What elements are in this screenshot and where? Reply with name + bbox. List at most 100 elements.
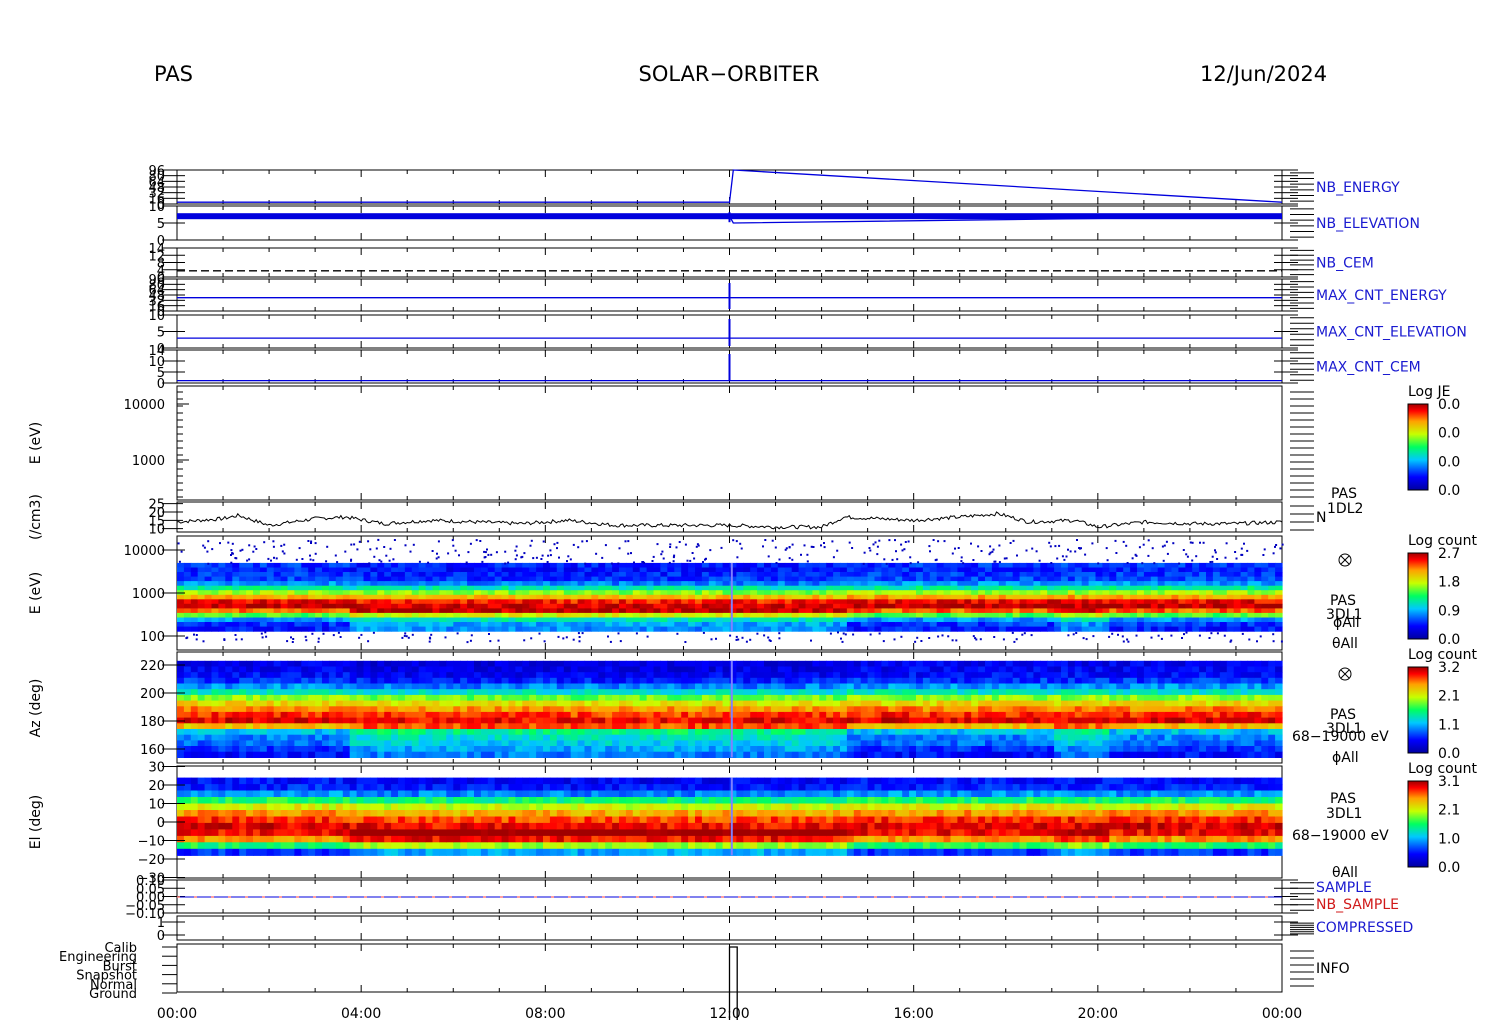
heatmap-cell xyxy=(439,751,447,758)
heatmap-cell xyxy=(342,603,351,609)
heatmap-cell xyxy=(266,585,275,591)
scatter-count xyxy=(227,541,230,544)
heatmap-cell xyxy=(1137,626,1145,632)
heatmap-cell xyxy=(266,677,275,685)
heatmap-cell xyxy=(681,683,689,690)
heatmap-cell xyxy=(798,594,807,600)
heatmap-cell xyxy=(1019,617,1028,623)
heatmap-cell xyxy=(701,729,710,736)
heatmap-cell xyxy=(377,666,385,673)
heatmap-cell xyxy=(218,683,226,690)
heatmap-cell xyxy=(846,599,855,605)
heatmap-cell xyxy=(460,740,468,747)
heatmap-cell xyxy=(612,689,620,696)
heatmap-cell xyxy=(177,581,185,587)
heatmap-cell xyxy=(916,608,924,614)
heatmap-cell xyxy=(1240,562,1249,568)
heatmap-cell xyxy=(1012,603,1021,609)
heatmap-cell xyxy=(356,612,365,618)
scatter-count xyxy=(566,560,568,563)
heatmap-cell xyxy=(356,711,365,719)
heatmap-cell xyxy=(211,672,219,679)
heatmap-cell xyxy=(218,729,226,736)
heatmap-cell xyxy=(349,626,358,632)
heatmap-cell xyxy=(487,622,496,628)
heatmap-cell xyxy=(764,562,772,568)
heatmap-cell xyxy=(577,723,586,730)
heatmap-cell xyxy=(232,723,240,730)
heatmap-cell xyxy=(190,567,199,573)
heatmap-cell xyxy=(308,617,316,623)
heatmap-cell xyxy=(1054,617,1062,623)
heatmap-cell xyxy=(701,711,710,719)
heatmap-cell xyxy=(446,603,454,609)
heatmap-cell xyxy=(253,660,261,668)
heatmap-cell xyxy=(398,717,406,724)
heatmap-cell xyxy=(453,689,461,696)
scatter-count xyxy=(635,632,638,635)
heatmap-cell xyxy=(708,599,717,605)
scatter-count xyxy=(823,546,826,549)
scatter-count xyxy=(1170,634,1173,637)
heatmap-cell xyxy=(1074,617,1083,623)
heatmap-cell xyxy=(411,612,420,618)
heatmap-cell xyxy=(791,612,800,618)
heatmap-cell xyxy=(460,729,468,736)
heatmap-cell xyxy=(853,622,862,628)
heatmap-cell xyxy=(322,585,330,591)
heatmap-cell xyxy=(391,689,399,696)
heatmap-cell xyxy=(584,689,592,696)
heatmap-cell xyxy=(840,594,848,600)
heatmap-cell xyxy=(619,700,627,707)
heatmap-cell xyxy=(1130,622,1138,628)
heatmap-cell xyxy=(197,572,206,578)
scatter-count xyxy=(1092,635,1095,638)
heatmap-cell xyxy=(577,706,586,713)
heatmap-cell xyxy=(322,626,330,632)
heatmap-cell xyxy=(1261,576,1269,582)
heatmap-cell xyxy=(1102,599,1110,605)
heatmap-cell xyxy=(432,617,440,623)
heatmap-cell xyxy=(384,717,392,724)
heatmap-cell xyxy=(363,603,371,609)
heatmap-cell xyxy=(653,626,661,632)
heatmap-cell xyxy=(328,572,337,578)
heatmap-cell xyxy=(211,612,219,618)
heatmap-cell xyxy=(625,608,634,614)
heatmap-cell xyxy=(370,751,378,758)
heatmap-cell xyxy=(1040,626,1048,632)
heatmap-cell xyxy=(1254,608,1262,614)
heatmap-cell xyxy=(570,608,579,614)
scatter-count xyxy=(557,635,560,638)
scatter-count xyxy=(467,551,470,554)
heatmap-cell xyxy=(529,746,537,753)
scatter-count xyxy=(788,557,791,560)
heatmap-cell xyxy=(190,729,199,736)
heatmap-cell xyxy=(978,626,986,632)
heatmap-cell xyxy=(467,562,475,568)
heatmap-cell xyxy=(577,677,586,685)
heatmap-cell xyxy=(591,666,599,673)
scatter-count xyxy=(1208,637,1211,639)
heatmap-cell xyxy=(239,706,247,713)
heatmap-cell xyxy=(653,689,661,696)
heatmap-cell xyxy=(805,590,813,596)
heatmap-cell xyxy=(1054,622,1062,628)
heatmap-cell xyxy=(253,740,261,747)
heatmap-cell xyxy=(391,677,399,685)
scatter-count xyxy=(1151,547,1154,550)
heatmap-cell xyxy=(929,576,938,582)
heatmap-cell xyxy=(446,666,454,673)
heatmap-cell xyxy=(681,666,689,673)
heatmap-cell xyxy=(363,723,371,730)
heatmap-cell xyxy=(916,599,924,605)
heatmap-cell xyxy=(315,677,323,685)
heatmap-cell xyxy=(342,689,351,696)
heatmap-cell xyxy=(259,734,268,741)
heatmap-cell xyxy=(549,683,558,690)
heatmap-cell xyxy=(453,590,461,596)
heatmap-cell xyxy=(432,694,440,702)
heatmap-cell xyxy=(474,581,482,587)
heatmap-cell xyxy=(197,717,206,724)
scatter-count xyxy=(836,549,839,552)
